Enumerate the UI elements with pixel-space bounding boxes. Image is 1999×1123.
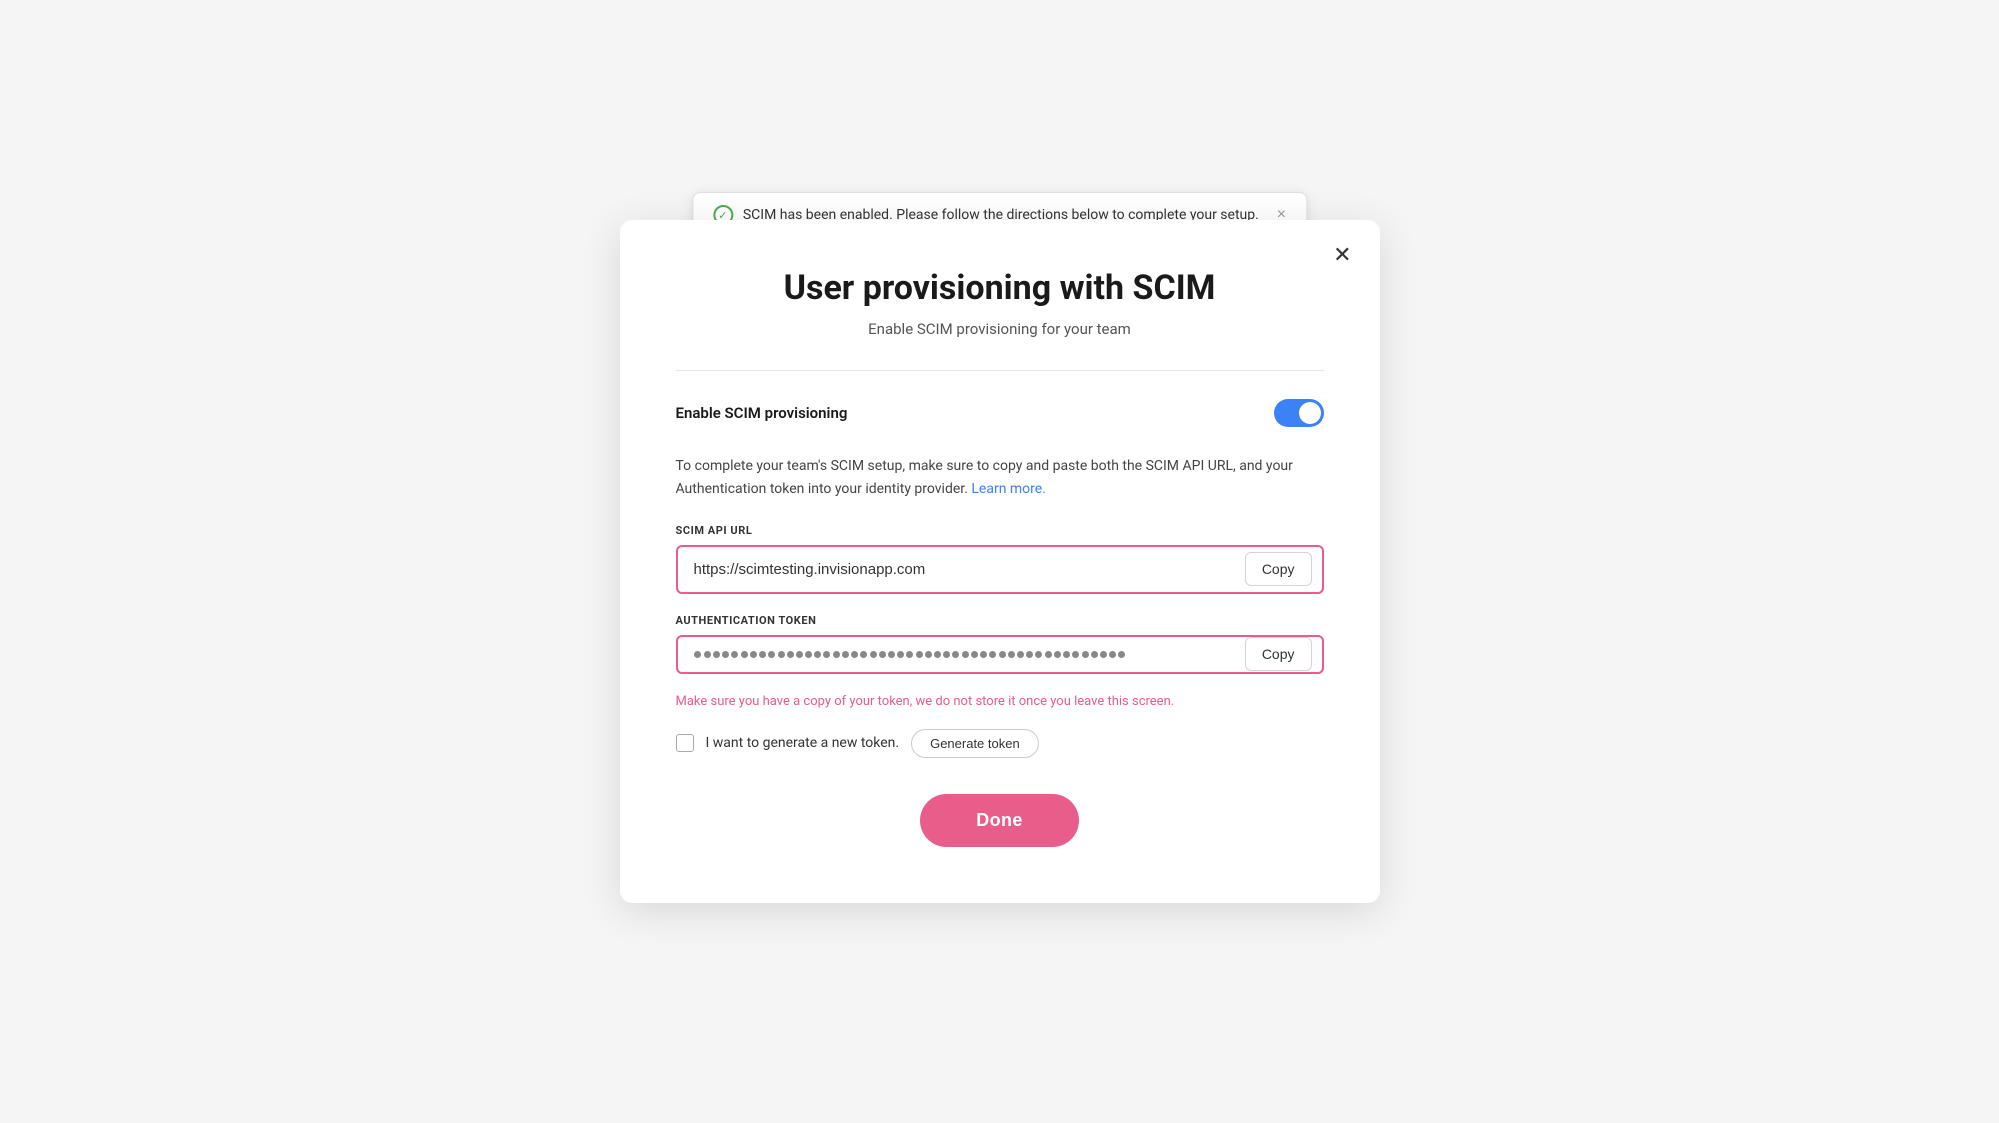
done-button[interactable]: Done xyxy=(920,794,1078,847)
done-section: Done xyxy=(676,794,1324,847)
toggle-row: Enable SCIM provisioning ✓ xyxy=(676,399,1324,427)
scim-url-input[interactable] xyxy=(678,547,1245,592)
token-dots-6 xyxy=(870,651,913,658)
token-dots-1 xyxy=(694,651,701,658)
token-dots-11 xyxy=(1082,651,1125,658)
token-dots-2 xyxy=(704,651,738,658)
auth-token-label: Authentication token xyxy=(676,614,1324,627)
page-subtitle: Enable SCIM provisioning for your team xyxy=(676,320,1324,338)
modal-close-button[interactable]: ✕ xyxy=(1325,240,1359,270)
section-divider xyxy=(676,370,1324,371)
auth-token-copy-button[interactable]: Copy xyxy=(1245,637,1312,671)
learn-more-link[interactable]: Learn more. xyxy=(971,481,1046,497)
scim-toggle[interactable]: ✓ xyxy=(1274,399,1324,427)
auth-token-masked xyxy=(678,637,1245,672)
new-token-checkbox[interactable] xyxy=(676,734,694,752)
auth-token-input-row: Copy xyxy=(676,635,1324,674)
description-text: To complete your team's SCIM setup, make… xyxy=(676,455,1324,500)
scim-url-copy-button[interactable]: Copy xyxy=(1245,552,1312,586)
token-dots-5 xyxy=(833,651,867,658)
new-token-row: I want to generate a new token. Generate… xyxy=(676,729,1324,758)
token-dots-8 xyxy=(962,651,996,658)
token-dots-4 xyxy=(778,651,830,658)
auth-token-section: Authentication token xyxy=(676,614,1324,674)
modal-container: ✕ User provisioning with SCIM Enable SCI… xyxy=(620,220,1380,903)
toggle-label: Enable SCIM provisioning xyxy=(676,404,848,422)
toggle-slider xyxy=(1274,399,1324,427)
token-dots-9 xyxy=(999,651,1042,658)
token-dots-7 xyxy=(916,651,959,658)
scim-url-section: SCIM API URL Copy xyxy=(676,524,1324,594)
page-title: User provisioning with SCIM xyxy=(676,268,1324,308)
scim-url-label: SCIM API URL xyxy=(676,524,1324,537)
scim-url-input-row: Copy xyxy=(676,545,1324,594)
new-token-label: I want to generate a new token. xyxy=(706,735,900,751)
generate-token-button[interactable]: Generate token xyxy=(911,729,1039,758)
token-dots-10 xyxy=(1045,651,1079,658)
token-dots-3 xyxy=(741,651,775,658)
warning-text: Make sure you have a copy of your token,… xyxy=(676,694,1324,709)
